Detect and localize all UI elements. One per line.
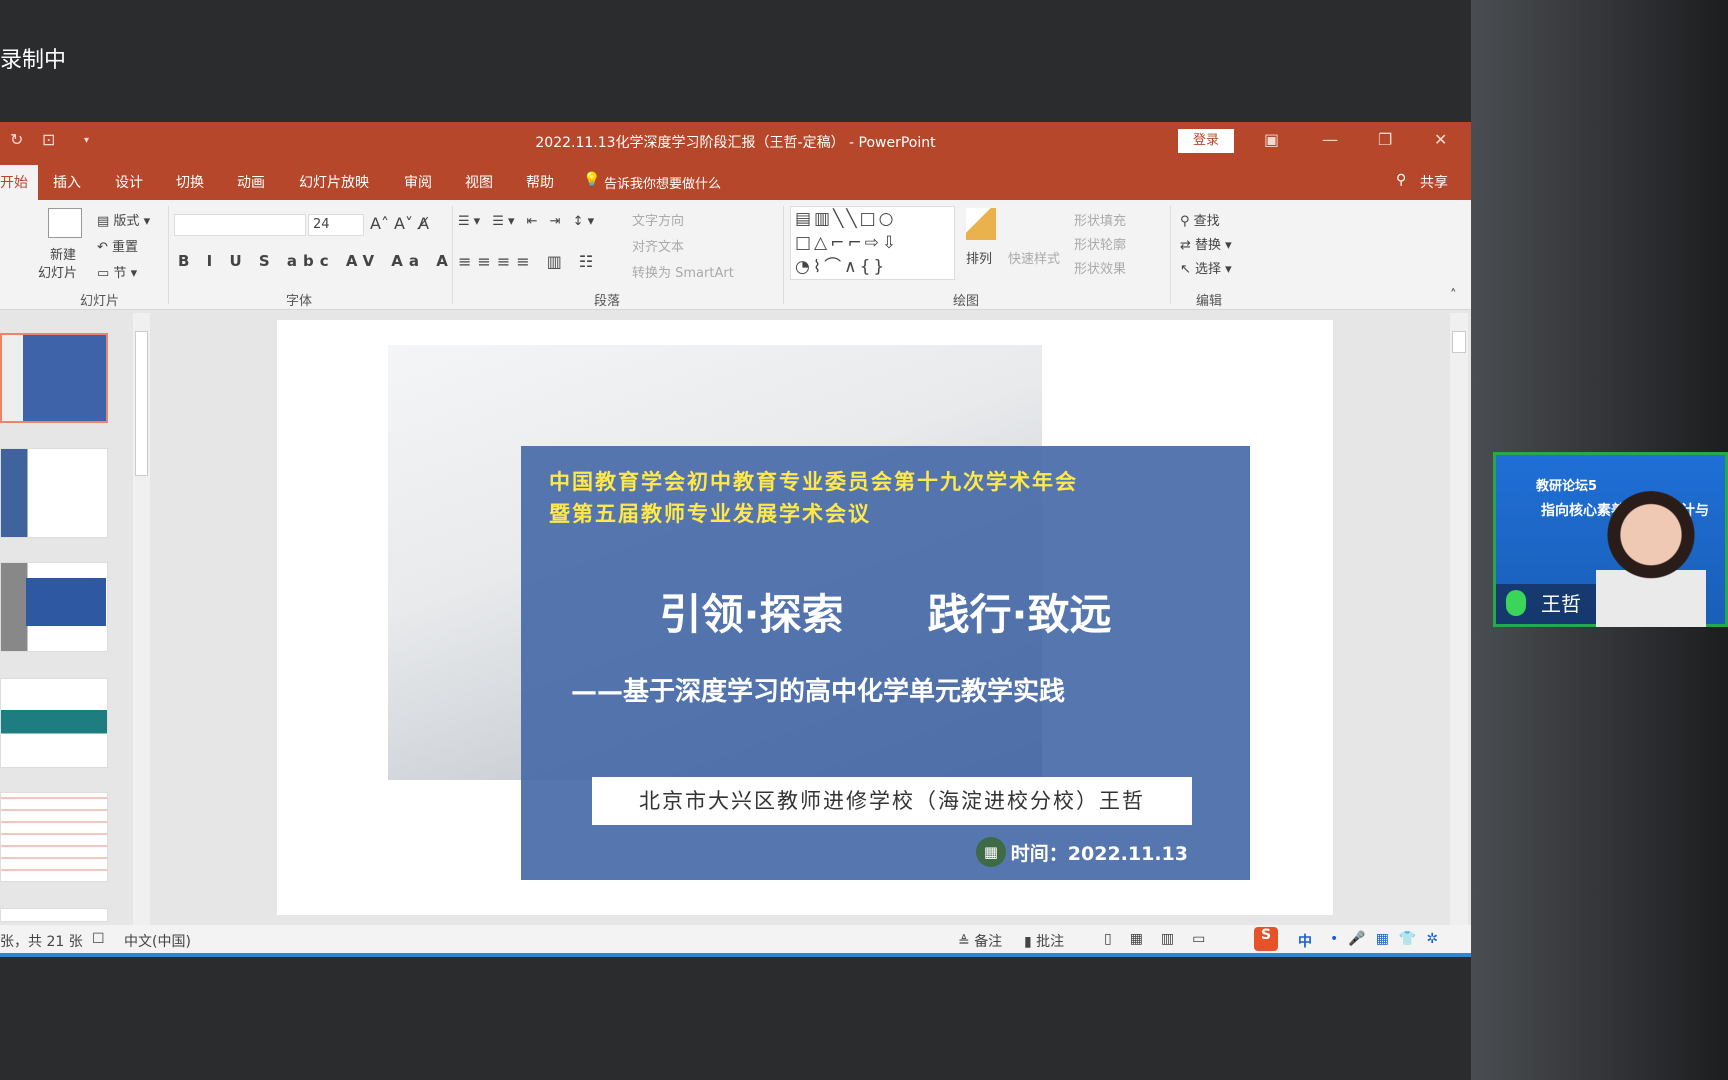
org-line-1: 中国教育学会初中教育专业委员会第十九次学术年会 bbox=[549, 469, 1078, 494]
tab-insert[interactable]: 插入 bbox=[53, 172, 81, 192]
ime-toolbar-icons[interactable]: •🎤▦👕✲ bbox=[1330, 931, 1448, 947]
group-label-editing: 编辑 bbox=[1196, 294, 1223, 309]
tab-review[interactable]: 审阅 bbox=[404, 172, 432, 192]
font-name-select[interactable] bbox=[174, 214, 306, 236]
align-icons[interactable]: ≡≡≡≡ ▥ ☷ bbox=[458, 252, 599, 271]
person-icon: ⚲ bbox=[1396, 172, 1407, 188]
tab-home[interactable]: 开始 bbox=[0, 165, 38, 200]
font-grow-shrink-icons[interactable]: A˄ A˅ A̸ bbox=[370, 214, 429, 233]
divider bbox=[783, 206, 784, 304]
slide-title: 引领·探索 践行·致远 bbox=[659, 590, 1112, 639]
divider bbox=[452, 206, 453, 304]
login-button[interactable]: 登录 bbox=[1178, 129, 1234, 153]
arrange-icon bbox=[966, 208, 996, 240]
speaker-video[interactable]: 教研论坛5 指向核心素养的教学设计与 王哲 bbox=[1493, 452, 1728, 627]
find-label: 查找 bbox=[1193, 214, 1220, 229]
org-line-2: 暨第五届教师专业发展学术会议 bbox=[549, 501, 871, 526]
slide-thumbnail-5[interactable] bbox=[0, 792, 108, 882]
group-label-drawing: 绘图 bbox=[953, 294, 980, 309]
tab-view[interactable]: 视图 bbox=[465, 172, 493, 192]
shape-outline-button[interactable]: 形状轮廓 bbox=[1074, 234, 1126, 253]
recording-indicator: 录制中 bbox=[0, 48, 67, 73]
sogou-ime-icon[interactable]: S bbox=[1254, 927, 1278, 951]
slide-scrollbar[interactable] bbox=[1450, 313, 1468, 925]
quick-styles-button[interactable]: 快速样式 bbox=[1008, 248, 1060, 267]
group-label-paragraph: 段落 bbox=[594, 294, 621, 309]
list-icons[interactable]: ☰▾ ☰▾ ⇤ ⇥ ↕▾ bbox=[458, 214, 598, 229]
text-direction-button[interactable]: 文字方向 bbox=[632, 210, 684, 229]
shape-fill-button[interactable]: 形状填充 bbox=[1074, 210, 1126, 229]
language-indicator[interactable]: 中文(中国) bbox=[124, 931, 191, 951]
slide-thumbnail-4[interactable] bbox=[0, 678, 108, 768]
tell-me-search[interactable]: 告诉我你想要做什么 bbox=[604, 173, 721, 192]
shapes-gallery[interactable]: ▤▥╲╲□○ □△⌐⌐⇨⇩ ◔⌇⌒∧{} bbox=[790, 206, 955, 280]
lightbulb-icon: 💡 bbox=[583, 172, 601, 188]
divider bbox=[168, 206, 169, 304]
collapse-ribbon-icon[interactable]: ˄ bbox=[1450, 288, 1457, 303]
tab-animations[interactable]: 动画 bbox=[237, 172, 265, 192]
slide-thumbnail-3[interactable] bbox=[0, 562, 108, 652]
replace-button[interactable]: ⇄ 替换 ▾ bbox=[1180, 234, 1232, 253]
notes-label: 备注 bbox=[974, 934, 1003, 950]
convert-smartart-button[interactable]: 转换为 SmartArt bbox=[632, 262, 734, 281]
shape-effects-button[interactable]: 形状效果 bbox=[1074, 258, 1126, 277]
ribbon-display-icon[interactable]: ▣ bbox=[1264, 130, 1279, 149]
arrange-button[interactable]: 排列 bbox=[966, 248, 992, 267]
view-buttons[interactable]: ▯▦▥▭ bbox=[1104, 931, 1223, 947]
tab-slideshow[interactable]: 幻灯片放映 bbox=[299, 172, 369, 192]
tab-transitions[interactable]: 切换 bbox=[176, 172, 204, 192]
slide-thumbnail-1[interactable] bbox=[0, 333, 108, 423]
scroll-thumb[interactable] bbox=[135, 331, 148, 476]
find-button[interactable]: ⚲ 查找 bbox=[1180, 210, 1220, 229]
title-box: 中国教育学会初中教育专业委员会第十九次学术年会 暨第五届教师专业发展学术会议 引… bbox=[521, 446, 1250, 880]
thumbnails-scrollbar[interactable] bbox=[133, 313, 150, 925]
spellcheck-icon[interactable]: ☐ bbox=[92, 931, 105, 947]
notes-button[interactable]: ≜ 备注 bbox=[958, 931, 1002, 951]
align-text-button[interactable]: 对齐文本 bbox=[632, 236, 684, 255]
ribbon-tabs: 开始 插入 设计 切换 动画 幻灯片放映 审阅 视图 帮助 💡 告诉我你想要做什… bbox=[0, 161, 1471, 200]
share-button[interactable]: 共享 bbox=[1420, 172, 1448, 192]
comments-label: 批注 bbox=[1036, 934, 1065, 950]
taskbar-edge bbox=[0, 953, 1471, 957]
institution-label: 北京市大兴区教师进修学校（海淀进校分校）王哲 bbox=[592, 777, 1192, 825]
tab-help[interactable]: 帮助 bbox=[526, 172, 554, 192]
slide-thumbnail-2[interactable] bbox=[0, 448, 108, 538]
ribbon: 新建 幻灯片 ▤ 版式 ▾ ↶ 重置 ▭ 节 ▾ 幻灯片 24 A˄ A˅ A̸… bbox=[0, 200, 1471, 310]
slide-thumbnail-6[interactable] bbox=[0, 908, 108, 922]
microphone-icon bbox=[1506, 590, 1526, 616]
title-bar: ↻ ⊡ ▾ 2022.11.13化学深度学习阶段汇报（王哲-定稿） - Powe… bbox=[0, 122, 1471, 161]
calendar-icon: ▦ bbox=[976, 837, 1006, 867]
date-label: 时间：2022.11.13 bbox=[1010, 843, 1188, 865]
speaker-image bbox=[1596, 485, 1706, 627]
slide-thumbnails-pane bbox=[0, 210, 130, 922]
video-bg-text-1: 教研论坛5 bbox=[1536, 479, 1598, 494]
slide-canvas[interactable]: 中国教育学会初中教育专业委员会第十九次学术年会 暨第五届教师专业发展学术会议 引… bbox=[277, 320, 1333, 915]
minimize-icon[interactable]: — bbox=[1322, 130, 1338, 149]
tab-design[interactable]: 设计 bbox=[115, 172, 143, 192]
restore-icon[interactable]: ❐ bbox=[1378, 130, 1392, 149]
select-button[interactable]: ↖ 选择 ▾ bbox=[1180, 258, 1232, 277]
status-bar: 张，共 21 张 ☐ 中文(中国) ≜ 备注 ▮ 批注 ▯▦▥▭ S 中 •🎤▦… bbox=[0, 925, 1471, 953]
slide-count: 张，共 21 张 bbox=[0, 934, 83, 950]
divider bbox=[1170, 206, 1171, 304]
window-title: 2022.11.13化学深度学习阶段汇报（王哲-定稿） - PowerPoint bbox=[535, 135, 936, 151]
font-size-select[interactable]: 24 bbox=[308, 214, 364, 236]
scroll-thumb[interactable] bbox=[1452, 331, 1466, 353]
slide-subtitle: ——基于深度学习的高中化学单元教学实践 bbox=[571, 677, 1066, 707]
comments-button[interactable]: ▮ 批注 bbox=[1024, 931, 1064, 951]
group-label-font: 字体 bbox=[286, 294, 313, 309]
replace-label: 替换 bbox=[1195, 238, 1222, 253]
font-format-icons[interactable]: B I U S abc AV Aa A bbox=[178, 252, 454, 270]
select-label: 选择 bbox=[1195, 262, 1222, 277]
ime-mode[interactable]: 中 bbox=[1298, 931, 1312, 951]
close-icon[interactable]: ✕ bbox=[1434, 130, 1447, 149]
